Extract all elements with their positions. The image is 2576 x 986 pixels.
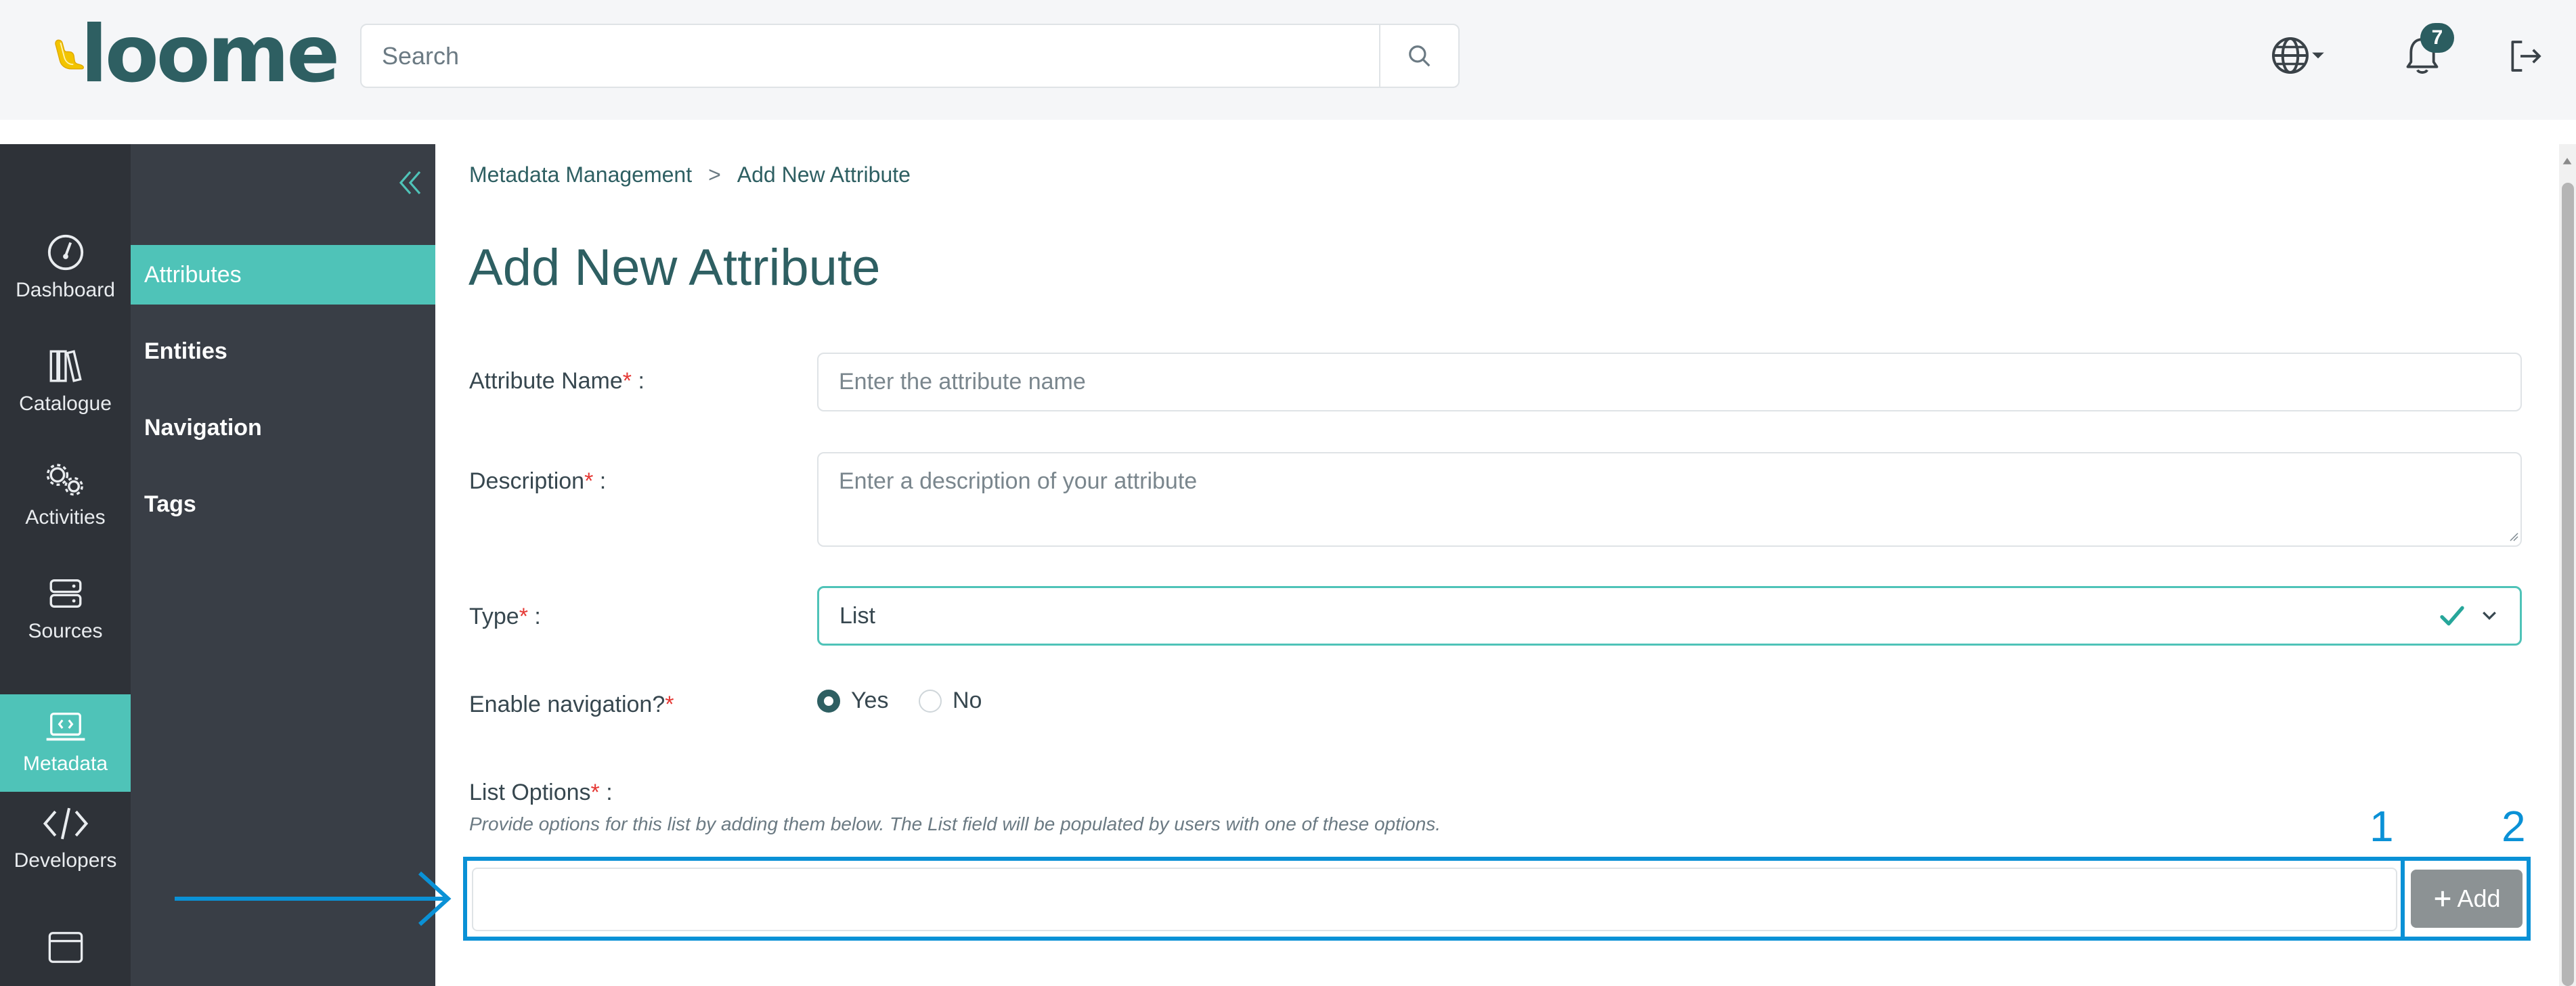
rail-item-window[interactable] <box>0 915 131 986</box>
add-list-option-button[interactable]: Add <box>2411 870 2523 928</box>
server-icon <box>49 579 81 608</box>
rail-item-label: Metadata <box>22 753 108 775</box>
list-options-label: List Options* : <box>469 780 613 805</box>
scroll-up-arrow-icon[interactable] <box>2562 156 2573 166</box>
type-select[interactable]: List <box>817 586 2522 646</box>
rail-item-catalogue[interactable]: Catalogue <box>0 330 131 432</box>
annotation-marker-1: 1 <box>2370 802 2394 851</box>
double-chevron-left-icon <box>399 171 421 195</box>
scrollbar-thumb[interactable] <box>2562 183 2574 986</box>
description-label: Description* : <box>469 468 607 494</box>
search-icon <box>1408 45 1430 66</box>
radio-no[interactable] <box>919 689 942 713</box>
chevron-down-icon <box>2483 611 2496 621</box>
globe-icon <box>2272 37 2309 74</box>
plus-icon <box>2435 891 2451 907</box>
rail-item-label: Dashboard <box>16 279 115 301</box>
language-selector[interactable] <box>2264 34 2332 77</box>
add-button-label: Add <box>2457 884 2501 912</box>
rail-item-activities[interactable]: Activities <box>0 444 131 545</box>
resize-handle-icon[interactable] <box>2509 532 2518 541</box>
radio-yes[interactable] <box>817 689 840 713</box>
brand-wordmark: loome <box>81 9 340 100</box>
caret-down-icon <box>2312 52 2324 59</box>
search-input[interactable] <box>362 24 1379 87</box>
books-icon <box>49 350 82 382</box>
annotation-arrow-icon <box>175 871 452 926</box>
subnav-item-attributes[interactable]: Attributes <box>131 245 435 305</box>
rail-item-label: Developers <box>14 849 117 872</box>
logout-button[interactable] <box>2502 32 2549 80</box>
code-icon <box>43 807 88 840</box>
breadcrumb-metadata-management[interactable]: Metadata Management <box>469 162 692 187</box>
rail-item-label: Catalogue <box>19 393 112 415</box>
radio-yes-label: Yes <box>851 688 889 713</box>
type-label: Type* : <box>469 604 541 629</box>
subnav-item-entities[interactable]: Entities <box>131 321 435 381</box>
rail-item-metadata[interactable]: Metadata <box>0 694 131 792</box>
description-textarea[interactable] <box>817 452 2522 547</box>
top-header: loome 7 <box>0 0 2576 120</box>
loome-logo-icon <box>55 39 84 70</box>
search-bar <box>360 24 1460 88</box>
breadcrumb-current: Add New Attribute <box>737 162 911 187</box>
rail-item-label: Activities <box>25 506 106 529</box>
attribute-name-input[interactable] <box>817 353 2522 411</box>
collapse-sidebar-button[interactable] <box>398 169 422 196</box>
required-asterisk: * <box>665 692 674 717</box>
search-button[interactable] <box>1379 25 1458 87</box>
gears-icon <box>46 464 83 496</box>
list-options-help-text: Provide options for this list by adding … <box>469 813 1441 834</box>
attribute-name-label: Attribute Name* : <box>469 368 645 394</box>
laptop-code-icon <box>46 713 85 741</box>
rail-item-dashboard[interactable]: Dashboard <box>0 217 131 318</box>
annotation-marker-2: 2 <box>2502 802 2526 851</box>
required-asterisk: * <box>519 604 528 629</box>
notification-count-badge: 7 <box>2420 23 2454 53</box>
subnav-item-navigation[interactable]: Navigation <box>131 398 435 457</box>
gauge-icon <box>47 234 83 271</box>
radio-no-label: No <box>953 688 982 713</box>
navigation-yes-option[interactable]: Yes <box>817 688 888 714</box>
required-asterisk: * <box>584 468 594 494</box>
required-asterisk: * <box>590 780 600 805</box>
list-option-input[interactable] <box>472 868 2397 931</box>
logout-icon <box>2511 41 2541 72</box>
enable-navigation-label: Enable navigation?* <box>469 692 674 717</box>
page-title: Add New Attribute <box>468 239 881 296</box>
breadcrumb: Metadata Management > Add New Attribute <box>469 162 911 187</box>
type-selected-value: List <box>839 602 875 629</box>
window-icon <box>48 932 83 963</box>
rail-item-label: Sources <box>28 620 103 642</box>
rail-item-sources[interactable]: Sources <box>0 558 131 659</box>
navigation-no-option[interactable]: No <box>919 688 982 714</box>
valid-check-icon <box>2440 606 2464 626</box>
subnav-item-tags[interactable]: Tags <box>131 474 435 534</box>
required-asterisk: * <box>622 368 632 394</box>
brand-logo[interactable]: loome <box>53 9 340 100</box>
breadcrumb-separator: > <box>708 162 721 187</box>
rail-item-developers[interactable]: Developers <box>0 788 131 889</box>
